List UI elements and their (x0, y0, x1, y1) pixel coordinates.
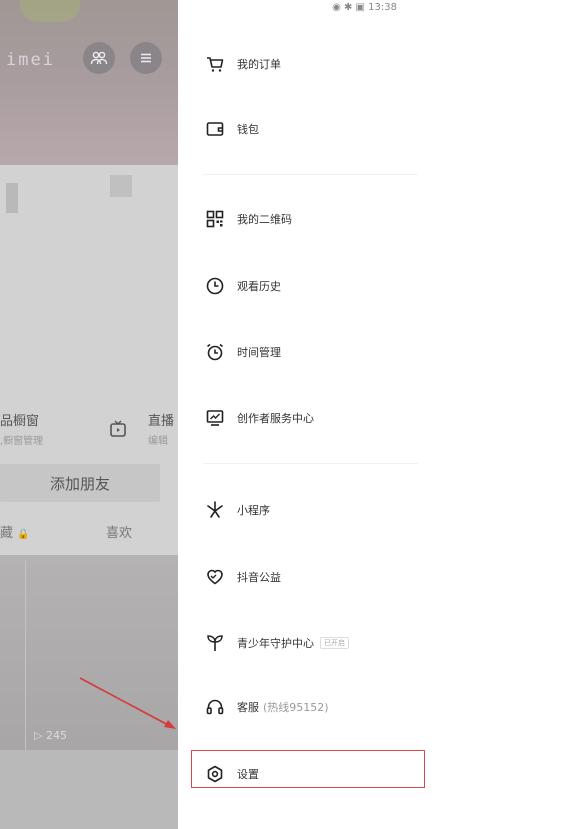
status-bar: ◉ ✱ ▣ 13:38 (332, 2, 397, 13)
menu-divider (203, 463, 418, 464)
menu-item-creator-center[interactable]: 创作者服务中心 (203, 406, 314, 430)
tab-collect-label: 藏 (0, 526, 14, 541)
live-label[interactable]: 直播 (148, 410, 174, 429)
alarm-icon (203, 340, 227, 364)
menu-item-charity[interactable]: 抖音公益 (203, 565, 281, 589)
profile-name: imei (6, 50, 55, 70)
miniprogram-icon (203, 498, 227, 522)
showcase-sub: ,橱窗管理 (0, 436, 44, 447)
menu-item-label: 客服 (237, 701, 259, 714)
profile-background: imei 品橱窗 ,橱窗管理 直播 编辑 添加朋友 藏 🔒 喜欢 ▷ 245 (0, 0, 178, 829)
settings-highlight-box (191, 750, 425, 788)
wallet-icon (203, 117, 227, 141)
menu-item-label: 我的二维码 (237, 213, 292, 226)
menu-item-mini-programs[interactable]: 小程序 (203, 498, 270, 522)
showcase-label[interactable]: 品橱窗 (0, 410, 39, 429)
play-count: ▷ 245 (34, 729, 67, 742)
menu-item-youth-protection[interactable]: 青少年守护中心 已开启 (203, 631, 349, 655)
cover-decoration (20, 0, 80, 22)
menu-item-label: 小程序 (237, 504, 270, 517)
menu-item-customer-service[interactable]: 客服 (热线95152) (203, 695, 329, 719)
status-badge: 已开启 (320, 637, 349, 649)
hotline-text: (热线95152) (263, 701, 329, 714)
blurred-stat (110, 175, 132, 197)
menu-item-label: 抖音公益 (237, 571, 281, 584)
charity-icon (203, 565, 227, 589)
history-icon (203, 274, 227, 298)
creator-icon (203, 406, 227, 430)
menu-item-label: 时间管理 (237, 346, 281, 359)
menu-item-label: 观看历史 (237, 280, 281, 293)
sprout-icon (203, 631, 227, 655)
live-sub: 编辑 (148, 436, 168, 447)
menu-item-history[interactable]: 观看历史 (203, 274, 281, 298)
menu-item-label: 创作者服务中心 (237, 412, 314, 425)
menu-item-orders[interactable]: 我的订单 (203, 52, 281, 76)
headset-icon (203, 695, 227, 719)
friends-icon[interactable] (83, 42, 115, 74)
menu-divider (203, 174, 418, 175)
menu-icon[interactable] (130, 42, 162, 74)
menu-item-label: 我的订单 (237, 58, 281, 71)
profile-cover (0, 0, 178, 165)
tab-like[interactable]: 喜欢 (106, 522, 132, 541)
play-count-value: 245 (45, 729, 67, 742)
status-time: 13:38 (368, 2, 397, 13)
add-friend-button[interactable]: 添加朋友 (0, 464, 160, 502)
menu-item-qrcode[interactable]: 我的二维码 (203, 207, 292, 231)
status-icons: ◉ ✱ ▣ (332, 2, 365, 13)
cart-icon (203, 52, 227, 76)
video-grid-lower (0, 750, 178, 829)
menu-item-time-management[interactable]: 时间管理 (203, 340, 281, 364)
side-drawer: ◉ ✱ ▣ 13:38 我的订单 钱包 我的二维码 观看历史 时间管理 创作者服… (178, 0, 577, 829)
play-icon: ▷ (34, 729, 43, 742)
blurred-stat (6, 183, 18, 213)
tab-collect[interactable]: 藏 🔒 (0, 522, 30, 541)
menu-item-label: 钱包 (237, 123, 259, 136)
grid-divider (25, 560, 26, 750)
qrcode-icon (203, 207, 227, 231)
lock-icon: 🔒 (17, 529, 30, 540)
menu-item-label: 青少年守护中心 (237, 637, 314, 650)
menu-item-wallet[interactable]: 钱包 (203, 117, 259, 141)
live-icon[interactable] (108, 419, 128, 439)
